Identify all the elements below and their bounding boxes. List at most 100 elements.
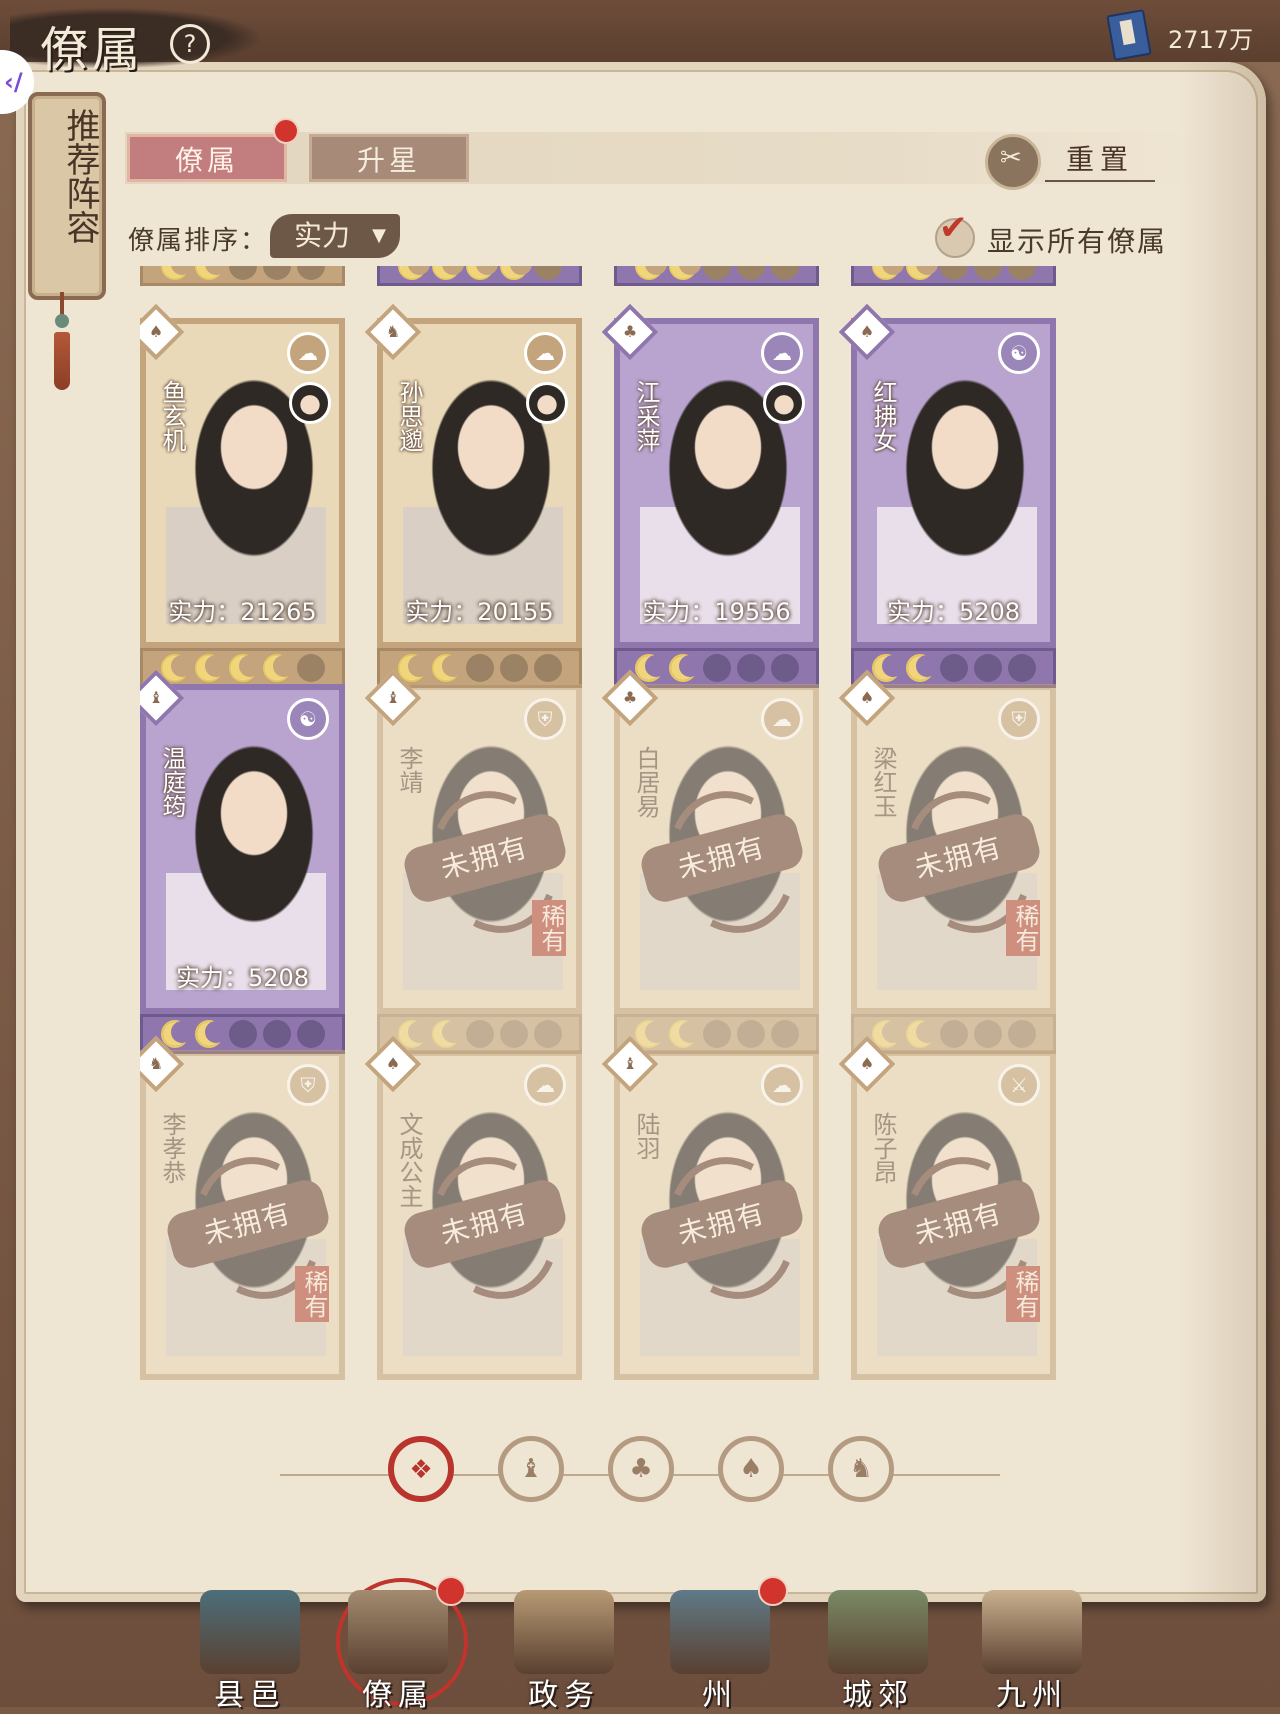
cloud-emblem-icon: ☁ xyxy=(524,332,566,374)
card-face: 文成公主 ☁ 未拥有 xyxy=(377,1050,582,1380)
moon-empty-icon xyxy=(939,266,968,280)
faction-filter-gourd-icon[interactable]: ♣ xyxy=(608,1436,674,1502)
moon-empty-icon xyxy=(1007,654,1036,682)
card-face: 李孝恭 ⛨ 未拥有 稀有 xyxy=(140,1050,345,1380)
chevron-down-icon: ▼ xyxy=(372,225,386,246)
card-face: 李靖 ⛨ 未拥有 稀有 xyxy=(377,684,582,1014)
nav-item-2[interactable]: 政务 xyxy=(494,1590,634,1713)
portrait-image xyxy=(166,730,326,990)
moon-empty-icon xyxy=(939,1020,968,1048)
moon-empty-icon xyxy=(1007,1020,1036,1048)
rare-badge: 稀有 xyxy=(532,900,566,956)
type-glyph: ♝ xyxy=(385,688,401,707)
card-face: 白居易 ☁ 未拥有 xyxy=(614,684,819,1014)
side-menu-icon: ‹/ xyxy=(4,68,23,96)
moon-filled-icon xyxy=(905,1020,938,1048)
sort-dropdown[interactable]: 实力 ▼ xyxy=(270,214,400,258)
type-glyph: ♠ xyxy=(385,1054,401,1073)
star-strip xyxy=(614,1014,819,1054)
nav-icon xyxy=(670,1590,770,1674)
star-strip xyxy=(614,266,819,286)
reset-button[interactable]: 重置 xyxy=(985,132,1180,190)
card-name: 李靖 xyxy=(395,746,423,794)
moon-filled-icon xyxy=(871,266,904,280)
type-glyph: ♠ xyxy=(859,1054,875,1073)
moon-empty-icon xyxy=(702,1020,731,1048)
card-face: 温庭筠 ☯ 实力：5208 xyxy=(140,684,345,1014)
moon-empty-icon xyxy=(973,266,1002,280)
nav-item-4[interactable]: 城郊 xyxy=(808,1590,948,1713)
type-glyph: ♠ xyxy=(859,688,875,707)
star-strip xyxy=(851,648,1056,688)
bottom-nav: 县邑 僚属 政务 州 城郊 九州 xyxy=(0,1576,1280,1713)
tassel-bead xyxy=(55,314,69,328)
cloud-emblem-icon: ☁ xyxy=(761,1064,803,1106)
type-glyph: ♠ xyxy=(148,322,164,341)
moon-filled-icon xyxy=(431,266,464,280)
avatar xyxy=(763,382,805,424)
star-strip xyxy=(140,266,345,286)
moon-empty-icon xyxy=(296,266,325,280)
nav-item-3[interactable]: 州 xyxy=(650,1576,790,1713)
cloud-emblem-icon: ☁ xyxy=(524,1064,566,1106)
card-name: 温庭筠 xyxy=(158,746,186,818)
faction-filter-lion-icon[interactable]: ♞ xyxy=(828,1436,894,1502)
nav-notify-dot xyxy=(436,1576,466,1606)
type-glyph: ♝ xyxy=(148,688,164,707)
moon-empty-icon xyxy=(533,1020,562,1048)
star-strip xyxy=(377,648,582,688)
moon-filled-icon xyxy=(194,266,227,280)
nav-item-0[interactable]: 县邑 xyxy=(180,1590,320,1713)
card-name: 红拂女 xyxy=(869,380,897,452)
type-glyph: ♣ xyxy=(622,688,638,707)
cloud-emblem-icon: ☁ xyxy=(287,332,329,374)
moon-filled-icon xyxy=(668,654,701,682)
moon-filled-icon xyxy=(431,1020,464,1048)
faction-filter-all-icon[interactable]: ❖ xyxy=(388,1436,454,1502)
star-strip xyxy=(140,1014,345,1054)
faction-filter-fan-icon[interactable]: ♠ xyxy=(718,1436,784,1502)
card-name: 鱼玄机 xyxy=(158,380,186,452)
avatar xyxy=(526,382,568,424)
shield-emblem-icon: ⛨ xyxy=(998,698,1040,740)
help-icon[interactable]: ? xyxy=(170,24,210,64)
moon-filled-icon xyxy=(194,1020,227,1048)
moon-empty-icon xyxy=(939,654,968,682)
reset-icon xyxy=(985,134,1041,190)
nav-icon xyxy=(200,1590,300,1674)
nav-label: 僚属 xyxy=(362,1678,434,1713)
moon-empty-icon xyxy=(973,654,1002,682)
tassel-decoration xyxy=(52,292,72,392)
tab-star-up[interactable]: 升星 xyxy=(309,134,469,182)
moon-empty-icon xyxy=(533,266,562,280)
card-face: 陆羽 ☁ 未拥有 xyxy=(614,1050,819,1380)
star-strip xyxy=(377,266,582,286)
sort-value: 实力 xyxy=(294,219,351,252)
page-title: 僚属 xyxy=(40,22,145,78)
nav-icon xyxy=(828,1590,928,1674)
faction-filter-hat-icon[interactable]: ♝ xyxy=(498,1436,564,1502)
nav-label: 县邑 xyxy=(214,1678,286,1713)
type-glyph: ♠ xyxy=(859,322,875,341)
moon-filled-icon xyxy=(465,266,498,280)
moon-empty-icon xyxy=(702,266,731,280)
moon-empty-icon xyxy=(770,654,799,682)
moon-filled-icon xyxy=(668,266,701,280)
moon-empty-icon xyxy=(499,1020,528,1048)
card-face: 红拂女 ☯ 实力：5208 xyxy=(851,318,1056,648)
card-name: 李孝恭 xyxy=(158,1112,186,1184)
moon-empty-icon xyxy=(973,1020,1002,1048)
moon-filled-icon xyxy=(668,1020,701,1048)
nav-item-1[interactable]: 僚属 xyxy=(328,1576,468,1713)
card-power: 实力：5208 xyxy=(886,598,1021,626)
moon-empty-icon xyxy=(296,654,325,682)
type-glyph: ♞ xyxy=(148,1054,164,1073)
tab-subordinates[interactable]: 僚属 xyxy=(127,134,287,182)
card-name: 梁红玉 xyxy=(869,746,897,818)
recommend-lineup-button[interactable]: 推荐阵容 xyxy=(28,92,106,300)
moon-empty-icon xyxy=(228,1020,257,1048)
rare-badge: 稀有 xyxy=(1006,900,1040,956)
nav-item-5[interactable]: 九州 xyxy=(962,1590,1102,1713)
page-curl xyxy=(1180,62,1266,1602)
avatar xyxy=(289,382,331,424)
